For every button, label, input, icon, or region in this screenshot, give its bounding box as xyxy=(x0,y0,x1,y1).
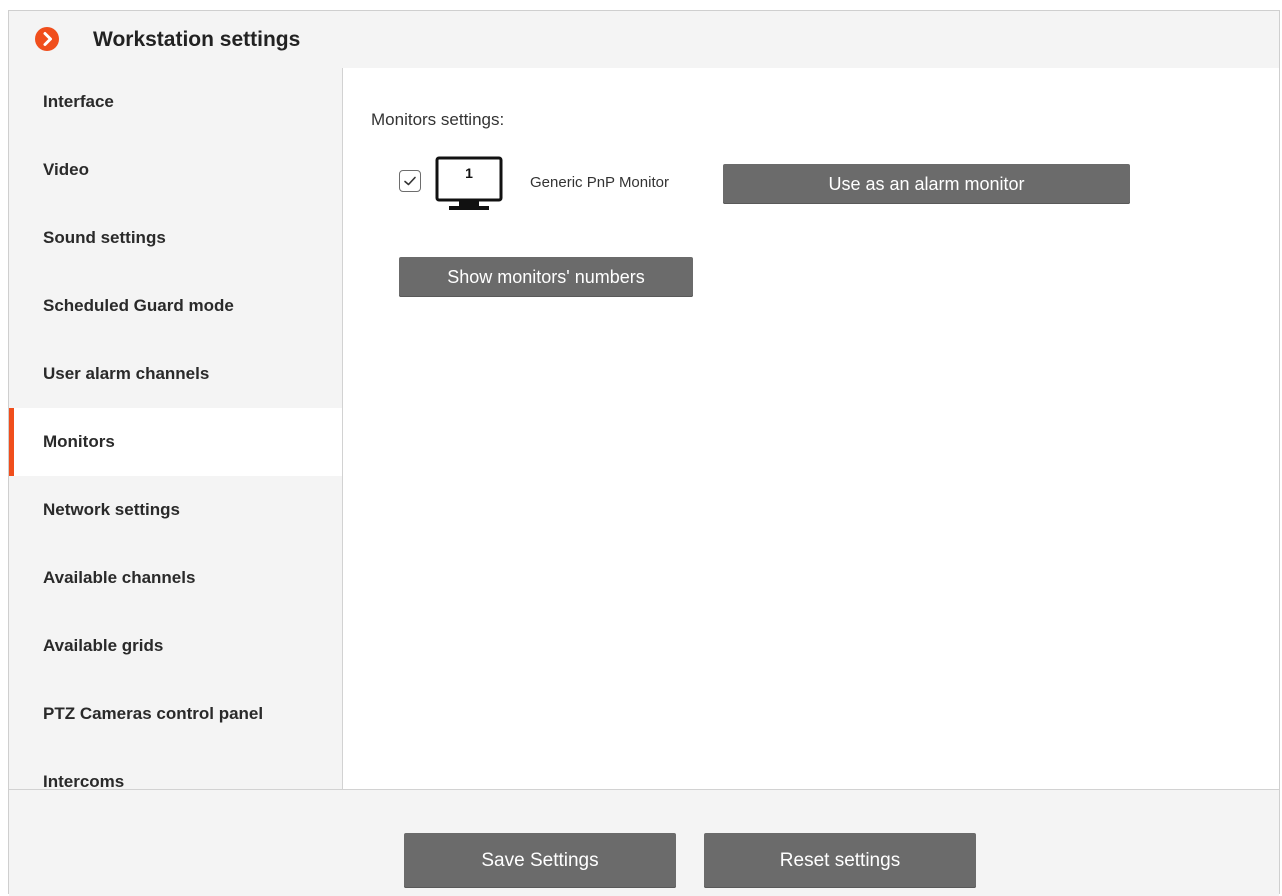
show-monitors-numbers-button[interactable]: Show monitors' numbers xyxy=(399,257,693,297)
window-title: Workstation settings xyxy=(93,28,301,51)
save-settings-button[interactable]: Save Settings xyxy=(404,833,676,888)
monitors-settings-panel: Monitors settings: 1 Generic PnP Monitor… xyxy=(343,68,1279,789)
sidebar-item-available-grids[interactable]: Available grids xyxy=(9,612,342,680)
section-label: Monitors settings: xyxy=(371,110,505,129)
sidebar-item-label: PTZ Cameras control panel xyxy=(43,704,264,723)
sidebar-item-label: Network settings xyxy=(43,500,180,519)
settings-sidebar: Interface Video Sound settings Scheduled… xyxy=(9,68,343,791)
sidebar-item-label: Available grids xyxy=(43,636,164,655)
sidebar-item-label: User alarm channels xyxy=(43,364,210,383)
sidebar-item-scheduled-guard-mode[interactable]: Scheduled Guard mode xyxy=(9,272,342,340)
reset-settings-button[interactable]: Reset settings xyxy=(704,833,976,888)
sidebar-item-label: Monitors xyxy=(43,432,115,451)
chevron-right-icon xyxy=(35,27,59,51)
workstation-settings-window: Workstation settings Interface Video Sou… xyxy=(8,10,1280,896)
sidebar-item-label: Sound settings xyxy=(43,228,166,247)
sidebar-item-video[interactable]: Video xyxy=(9,136,342,204)
monitor-name: Generic PnP Monitor xyxy=(530,174,669,191)
monitor-number: 1 xyxy=(465,165,473,181)
footer-bar: Save Settings Reset settings xyxy=(9,789,1279,896)
use-as-alarm-monitor-button[interactable]: Use as an alarm monitor xyxy=(723,164,1130,204)
sidebar-item-label: Interface xyxy=(43,92,114,111)
sidebar-item-label: Video xyxy=(43,160,89,179)
sidebar-item-ptz-cameras-control-panel[interactable]: PTZ Cameras control panel xyxy=(9,680,342,748)
title-bar: Workstation settings xyxy=(9,11,1279,69)
sidebar-item-available-channels[interactable]: Available channels xyxy=(9,544,342,612)
monitor-enable-checkbox[interactable] xyxy=(399,170,421,192)
sidebar-item-network-settings[interactable]: Network settings xyxy=(9,476,342,544)
sidebar-item-user-alarm-channels[interactable]: User alarm channels xyxy=(9,340,342,408)
sidebar-item-sound-settings[interactable]: Sound settings xyxy=(9,204,342,272)
sidebar-item-interface[interactable]: Interface xyxy=(9,68,342,136)
sidebar-item-monitors[interactable]: Monitors xyxy=(9,408,342,476)
sidebar-item-label: Available channels xyxy=(43,568,196,587)
sidebar-item-intercoms[interactable]: Intercoms xyxy=(9,748,342,791)
checkmark-icon xyxy=(404,176,416,186)
sidebar-item-label: Scheduled Guard mode xyxy=(43,296,234,315)
